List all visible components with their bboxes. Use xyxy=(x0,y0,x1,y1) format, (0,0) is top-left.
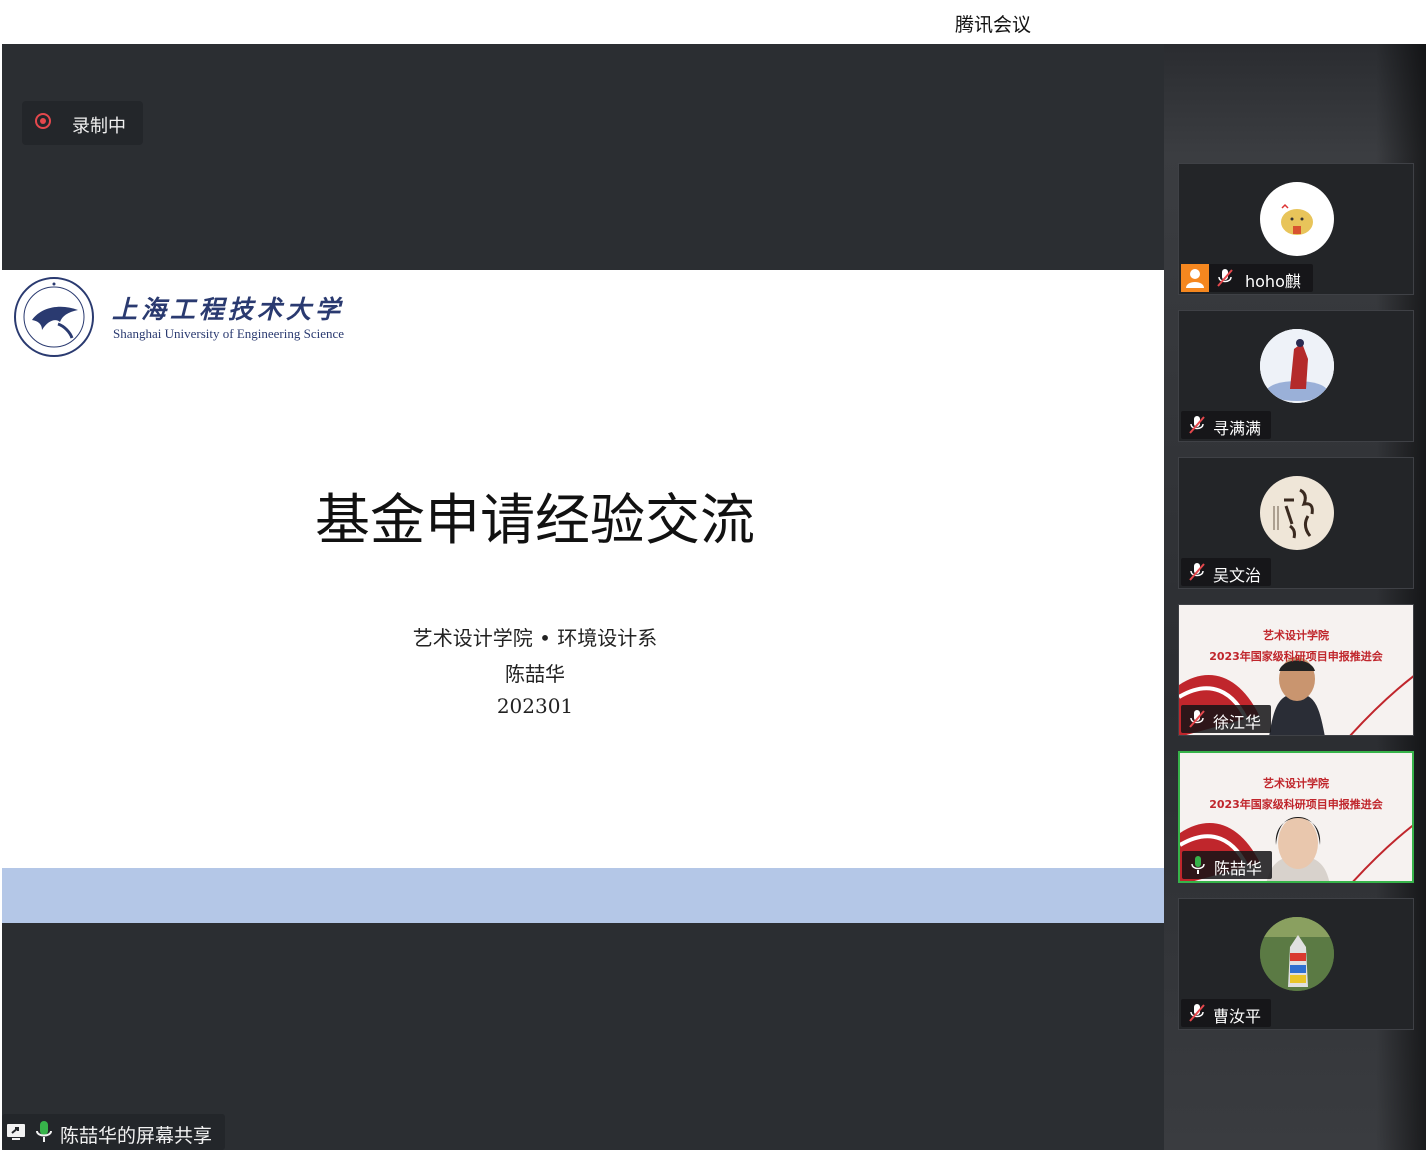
screen-share-badge[interactable]: 陈喆华的屏幕共享 xyxy=(2,1114,225,1150)
host-person-icon xyxy=(1181,264,1209,292)
banner-line-1: 艺术设计学院 xyxy=(1263,629,1329,642)
recording-label: 录制中 xyxy=(72,116,126,137)
shared-screen-area: 录制中 上海工程技术大学 Shanghai University of Engi… xyxy=(2,44,1164,1150)
participant-name: hoho麒 xyxy=(1245,272,1301,291)
participant-name: 吴文治 xyxy=(1213,566,1262,585)
participant-video-tile-active-speaker[interactable]: 艺术设计学院 2023年国家级科研项目申报推进会 陈喆华 xyxy=(1178,751,1414,883)
participant-nametag: 陈喆华 xyxy=(1182,851,1272,879)
microphone-muted-icon xyxy=(1189,710,1205,728)
title-bar: 腾讯会议 xyxy=(0,0,1426,44)
banner-line-1: 艺术设计学院 xyxy=(1263,777,1329,790)
record-icon xyxy=(35,113,51,129)
microphone-active-icon xyxy=(1191,856,1205,874)
microphone-active-icon xyxy=(36,1121,52,1142)
participant-nametag: hoho麒 xyxy=(1181,264,1313,292)
participant-tile[interactable]: 曹汝平 xyxy=(1178,898,1414,1030)
slide-department: 艺术设计学院 • 环境设计系 xyxy=(412,626,658,650)
microphone-muted-icon xyxy=(1217,269,1233,287)
university-chinese-name: 上海工程技术大学 xyxy=(112,295,345,324)
participant-tile[interactable]: hoho麒 xyxy=(1178,163,1414,295)
cartoon-avatar xyxy=(1260,182,1334,256)
window-title: 腾讯会议 xyxy=(955,14,1032,36)
participant-nametag: 吴文治 xyxy=(1181,558,1271,586)
microphone-muted-icon xyxy=(1189,1004,1205,1022)
participant-nametag: 徐江华 xyxy=(1181,705,1271,733)
slide-title: 基金申请经验交流 xyxy=(314,488,755,552)
figure-avatar xyxy=(1260,329,1334,403)
participant-tile[interactable]: 寻满满 xyxy=(1178,310,1414,442)
participant-nametag: 曹汝平 xyxy=(1181,999,1271,1027)
banner-line-2: 2023年国家级科研项目申报推进会 xyxy=(1209,650,1383,663)
screen-share-label: 陈喆华的屏幕共享 xyxy=(60,1125,213,1147)
share-screen-icon xyxy=(7,1124,25,1140)
university-english-name: Shanghai University of Engineering Scien… xyxy=(113,326,345,341)
statue-avatar xyxy=(1260,917,1334,991)
presentation-slide: 上海工程技术大学 Shanghai University of Engineer… xyxy=(2,270,1164,868)
participant-name: 陈喆华 xyxy=(1214,859,1263,878)
participant-name: 徐江华 xyxy=(1213,713,1262,732)
microphone-muted-icon xyxy=(1189,563,1205,581)
participant-name: 曹汝平 xyxy=(1213,1007,1262,1026)
slide-date: 202301 xyxy=(496,694,574,718)
microphone-muted-icon xyxy=(1189,416,1205,434)
participant-name: 寻满满 xyxy=(1213,419,1262,438)
participant-video-tile[interactable]: 艺术设计学院 2023年国家级科研项目申报推进会 徐江华 xyxy=(1178,604,1414,736)
slide-footer-band xyxy=(2,868,1164,923)
banner-line-2: 2023年国家级科研项目申报推进会 xyxy=(1209,798,1383,811)
participant-nametag: 寻满满 xyxy=(1181,411,1271,439)
calligraphy-avatar xyxy=(1260,476,1334,550)
university-logo-icon xyxy=(14,277,94,357)
participant-tile[interactable]: 吴文治 xyxy=(1178,457,1414,589)
recording-indicator[interactable]: 录制中 xyxy=(22,101,143,145)
slide-presenter: 陈喆华 xyxy=(505,662,565,686)
